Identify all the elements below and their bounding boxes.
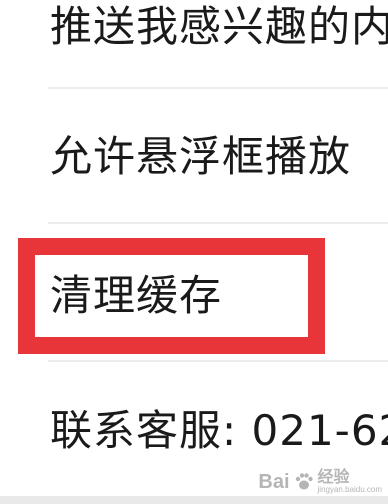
watermark-suffix: 经验 [317, 469, 350, 486]
watermark-url: jingyan.baidu.com [317, 485, 382, 494]
settings-item-label: 联系客服: 021-62 [50, 406, 388, 455]
paw-icon [295, 473, 313, 490]
settings-item-label: 清理缓存 [50, 271, 223, 320]
settings-item-clear-cache[interactable]: 清理缓存 [0, 224, 388, 360]
watermark-logo-text: Bai [258, 470, 290, 493]
settings-item-floating-window[interactable]: 允许悬浮框播放 [0, 88, 388, 224]
baidu-jingyan-watermark: Bai 经验 jingyan.baidu.com [258, 470, 382, 494]
bottom-bar [0, 496, 388, 504]
settings-item-label: 允许悬浮框播放 [50, 132, 352, 181]
settings-item-label: 推送我感兴趣的内 [50, 2, 388, 51]
